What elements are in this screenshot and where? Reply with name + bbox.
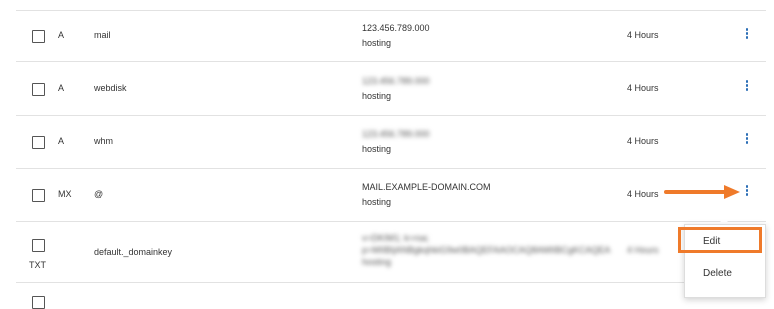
record-value-sub: hosting: [362, 144, 392, 154]
record-name: @: [94, 189, 104, 199]
record-ttl: 4 Hours: [627, 83, 659, 93]
dns-records-table: A mail 123.456.789.000 hosting 4 Hours A…: [0, 0, 774, 309]
record-ttl: 4 Hours: [627, 189, 659, 199]
row-divider: [16, 168, 766, 169]
record-ttl: 4 Hours: [627, 30, 659, 40]
record-value: 123.456.789.000: [362, 76, 430, 86]
row-divider: [16, 115, 766, 116]
row-divider: [16, 10, 766, 11]
record-value: 123.456.789.000: [362, 23, 430, 33]
row-checkbox[interactable]: [32, 296, 45, 309]
record-type: A: [58, 83, 65, 93]
arrow-right-icon: [664, 185, 740, 199]
record-type: A: [58, 136, 65, 146]
kebab-menu-icon[interactable]: [744, 185, 750, 199]
record-value-sub: hosting: [362, 38, 392, 48]
record-value: 123.456.789.000: [362, 129, 430, 139]
record-type: TXT: [29, 260, 46, 270]
menu-item-delete[interactable]: Delete: [685, 263, 765, 285]
record-type: MX: [58, 189, 72, 199]
record-value-sub: hosting: [362, 91, 392, 101]
kebab-menu-icon[interactable]: [744, 28, 750, 42]
row-checkbox[interactable]: [32, 30, 45, 43]
row-checkbox[interactable]: [32, 189, 45, 202]
record-name: mail: [94, 30, 111, 40]
row-checkbox[interactable]: [32, 239, 45, 252]
record-value: v=DKIM1; k=rsa;: [362, 233, 430, 243]
edit-highlight-box: [678, 227, 762, 253]
record-type: A: [58, 30, 65, 40]
kebab-menu-icon[interactable]: [744, 80, 750, 94]
row-divider: [16, 221, 766, 222]
row-divider: [16, 282, 766, 283]
record-name: webdisk: [94, 83, 127, 93]
record-value: MAIL.EXAMPLE-DOMAIN.COM: [362, 182, 491, 192]
record-name: default._domainkey: [94, 247, 173, 257]
menu-item-label: Delete: [703, 268, 732, 279]
record-value-sub: hosting: [362, 197, 392, 207]
row-checkbox[interactable]: [32, 83, 45, 96]
row-divider: [16, 61, 766, 62]
record-ttl: 4 Hours: [627, 245, 659, 255]
record-value-sub: hosting: [362, 257, 392, 267]
kebab-menu-icon[interactable]: [744, 133, 750, 147]
record-value: p=MIIBIjANBgkqhkiG9w0BAQEFAAOCAQ8AMIIBCg…: [362, 245, 611, 255]
row-checkbox[interactable]: [32, 136, 45, 149]
record-name: whm: [94, 136, 114, 146]
record-ttl: 4 Hours: [627, 136, 659, 146]
